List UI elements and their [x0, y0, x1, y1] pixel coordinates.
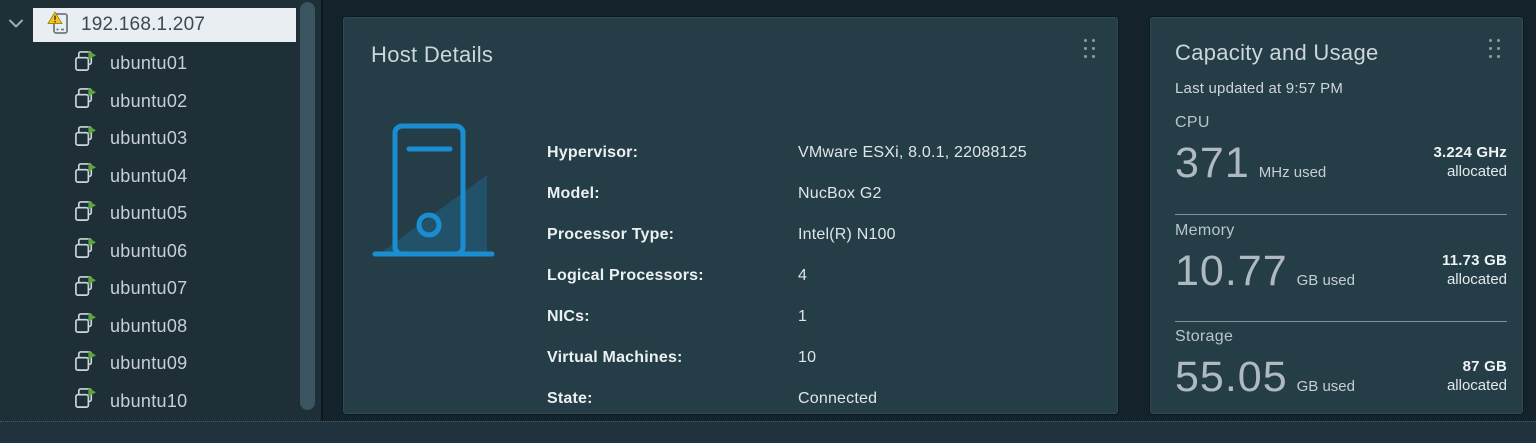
tree-item-vm[interactable]: ubuntu05 [0, 195, 300, 233]
vm-label: ubuntu05 [110, 203, 188, 224]
memory-usage-section: Memory 10.77 GB used 11.73 GB allocated [1175, 222, 1507, 295]
tree-item-vm[interactable]: ubuntu09 [0, 345, 300, 383]
table-row: State: Connected [547, 378, 1092, 419]
host-details-card: Host Details Hypervisor: VMware ESXi, 8.… [343, 17, 1118, 414]
cpu-used-value: 371 [1175, 138, 1250, 187]
server-tower-icon [371, 113, 496, 268]
last-updated-text: Last updated at 9:57 PM [1175, 80, 1344, 97]
detail-value: VMware ESXi, 8.0.1, 22088125 [798, 143, 1027, 161]
vm-running-icon [74, 87, 97, 115]
detail-label: Model: [547, 184, 600, 202]
detail-label: Hypervisor: [547, 143, 639, 161]
vm-running-icon [74, 50, 97, 78]
tree-item-vm[interactable]: ubuntu06 [0, 233, 300, 271]
cpu-allocated-label: allocated [1446, 162, 1507, 180]
detail-value: Connected [798, 389, 878, 407]
tree-item-vm[interactable]: ubuntu08 [0, 308, 300, 346]
table-row: Model: NucBox G2 [547, 173, 1092, 214]
capacity-usage-card: Capacity and Usage Last updated at 9:57 … [1150, 17, 1523, 414]
tree-item-vm[interactable]: ubuntu02 [0, 83, 300, 121]
host-details-table: Hypervisor: VMware ESXi, 8.0.1, 22088125… [547, 132, 1092, 419]
vm-running-icon [74, 125, 97, 153]
vm-running-icon [74, 312, 97, 340]
storage-used-value: 55.05 [1175, 352, 1288, 401]
vm-running-icon [74, 275, 97, 303]
host-warning-icon [46, 9, 70, 42]
host-details-title: Host Details [371, 42, 494, 67]
vm-running-icon [74, 162, 97, 190]
memory-used-unit: GB used [1296, 271, 1355, 289]
detail-label: Logical Processors: [547, 266, 704, 284]
vm-running-icon [74, 200, 97, 228]
storage-used-unit: GB used [1296, 377, 1355, 395]
storage-section-label: Storage [1175, 328, 1234, 345]
storage-allocated-label: allocated [1446, 376, 1507, 394]
memory-used-value: 10.77 [1175, 246, 1288, 295]
detail-label: Processor Type: [547, 225, 675, 243]
vm-label: ubuntu07 [110, 278, 188, 299]
vm-label: ubuntu01 [110, 53, 188, 74]
vm-running-icon [74, 237, 97, 265]
cpu-allocated-value: 3.224 GHz [1433, 144, 1507, 161]
memory-allocated-label: allocated [1446, 270, 1507, 288]
vm-label: ubuntu10 [110, 390, 188, 411]
table-row: Processor Type: Intel(R) N100 [547, 214, 1092, 255]
capacity-usage-title: Capacity and Usage [1175, 40, 1379, 65]
storage-allocated-value: 87 GB [1462, 358, 1507, 375]
drag-handle-icon[interactable] [1489, 39, 1500, 58]
vm-label: ubuntu03 [110, 128, 188, 149]
detail-value: 4 [798, 266, 808, 284]
detail-value: NucBox G2 [798, 184, 882, 202]
section-divider [1175, 321, 1507, 322]
detail-label: Virtual Machines: [547, 348, 683, 366]
memory-section-label: Memory [1175, 222, 1235, 239]
cpu-used-unit: MHz used [1258, 163, 1327, 181]
table-row: Hypervisor: VMware ESXi, 8.0.1, 22088125 [547, 132, 1092, 173]
detail-value: 10 [798, 348, 817, 366]
storage-usage-section: Storage 55.05 GB used 87 GB allocated [1175, 328, 1507, 401]
chevron-down-icon[interactable] [7, 17, 25, 29]
tree-item-host-label: 192.168.1.207 [81, 14, 206, 35]
drag-handle-icon[interactable] [1084, 39, 1095, 58]
tree-item-vm[interactable]: ubuntu07 [0, 270, 300, 308]
cpu-usage-section: CPU 371 MHz used 3.224 GHz allocated [1175, 114, 1507, 187]
bottom-status-strip [0, 421, 1536, 443]
detail-label: NICs: [547, 307, 590, 325]
tree-item-vm[interactable]: ubuntu01 [0, 45, 300, 83]
cpu-section-label: CPU [1175, 114, 1210, 131]
detail-value: Intel(R) N100 [798, 225, 896, 243]
tree-item-vm[interactable]: ubuntu10 [0, 383, 300, 421]
table-row: NICs: 1 [547, 296, 1092, 337]
tree-item-host-selected[interactable]: 192.168.1.207 [33, 8, 296, 42]
vm-label: ubuntu06 [110, 240, 188, 261]
detail-value: 1 [798, 307, 808, 325]
inventory-tree-sidebar: 192.168.1.207 ubuntu01 ubuntu02 ubuntu03… [0, 0, 323, 421]
table-row: Virtual Machines: 10 [547, 337, 1092, 378]
tree-item-vm[interactable]: ubuntu03 [0, 120, 300, 158]
vm-running-icon [74, 350, 97, 378]
memory-allocated-value: 11.73 GB [1442, 252, 1507, 269]
vm-tree-list: ubuntu01 ubuntu02 ubuntu03 ubuntu04 ubun… [0, 45, 300, 420]
table-row: Logical Processors: 4 [547, 255, 1092, 296]
section-divider [1175, 214, 1507, 215]
vm-label: ubuntu02 [110, 90, 188, 111]
detail-label: State: [547, 389, 593, 407]
vm-label: ubuntu09 [110, 353, 188, 374]
vm-label: ubuntu04 [110, 165, 188, 186]
tree-item-vm[interactable]: ubuntu04 [0, 158, 300, 196]
sidebar-scrollbar[interactable] [300, 2, 315, 410]
vm-running-icon [74, 387, 97, 415]
vm-label: ubuntu08 [110, 315, 188, 336]
vsphere-summary-screen: 192.168.1.207 ubuntu01 ubuntu02 ubuntu03… [0, 0, 1536, 443]
